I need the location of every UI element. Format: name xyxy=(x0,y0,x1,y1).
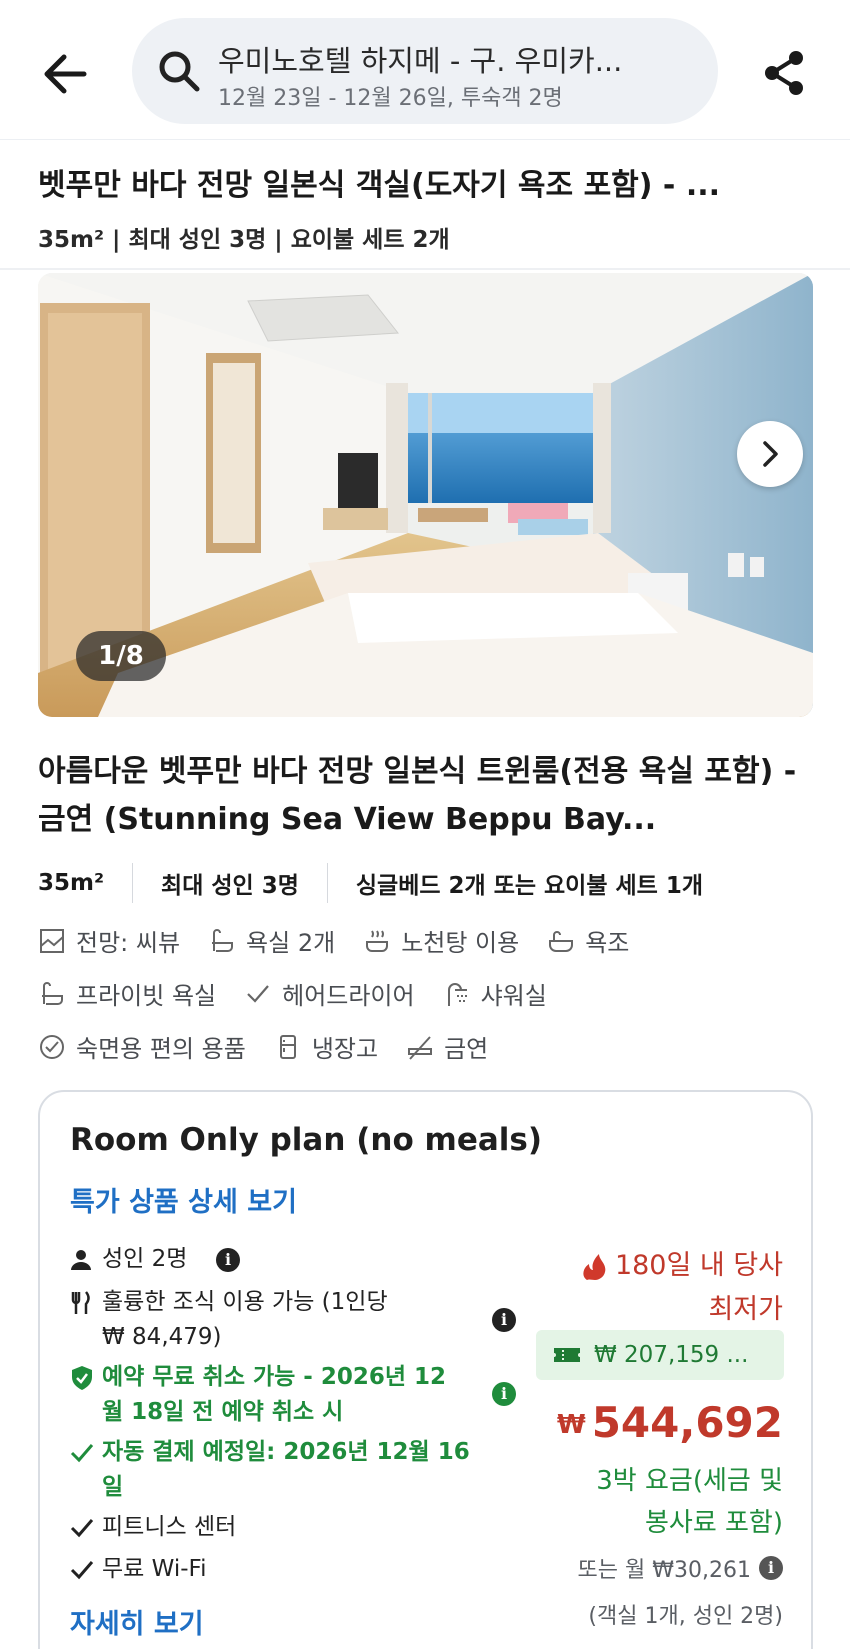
amenity-item: 욕조 xyxy=(547,923,629,958)
amenity-label: 전망: 씨뷰 xyxy=(76,929,181,957)
amenity-label: 욕실 2개 xyxy=(246,929,336,957)
amenity-label: 샤워실 xyxy=(480,982,547,1010)
top-bar: 우미노호텔 하지메 - 구. 우미카... 12월 23일 - 12월 26일,… xyxy=(0,0,850,140)
info-icon[interactable]: i xyxy=(759,1556,783,1580)
amenity-item: 노천탕 이용 xyxy=(363,923,519,958)
amenity-item: 냉장고 xyxy=(274,1029,378,1064)
spec-size: 35m² xyxy=(38,870,105,896)
info-icon[interactable]: i xyxy=(492,1308,516,1332)
amenity-label: 프라이빗 욕실 xyxy=(76,982,217,1010)
room-meta: 35m² | 최대 성인 3명 | 요이불 세트 2개 xyxy=(38,227,450,253)
offer-card: Room Only plan (no meals) 특가 상품 상세 보기 성인… xyxy=(38,1090,813,1649)
shower-icon xyxy=(447,982,467,1006)
bath-icon xyxy=(212,928,234,952)
room-photo-gallery[interactable]: 1/8 xyxy=(38,273,813,717)
person-icon xyxy=(70,1242,102,1277)
feature-fitness: 피트니스 센터 xyxy=(70,1510,236,1545)
view-icon xyxy=(40,928,64,953)
amenity-label: 냉장고 xyxy=(311,1035,379,1063)
info-icon[interactable]: i xyxy=(216,1248,240,1272)
search-summary-pill[interactable]: 우미노호텔 하지메 - 구. 우미카... 12월 23일 - 12월 26일,… xyxy=(132,18,718,124)
spec-divider xyxy=(132,863,134,903)
amenity-label: 욕조 xyxy=(585,929,630,957)
check-circle-icon xyxy=(40,1034,64,1059)
photo-counter: 1/8 xyxy=(76,631,166,681)
price-value: 544,692 xyxy=(591,1398,783,1447)
no-smoking-icon xyxy=(408,1035,433,1060)
monthly-price: 또는 월 ₩30,261 i xyxy=(578,1552,783,1584)
check-icon xyxy=(70,1435,102,1470)
amenity-item: 프라이빗 욕실 xyxy=(38,976,216,1011)
amenity-item: 숙면용 편의 용품 xyxy=(38,1029,246,1064)
room-title: 벳푸만 바다 전망 일본식 객실(도자기 욕조 포함) - ... xyxy=(38,168,721,203)
room-guest-summary: (객실 1개, 성인 2명) xyxy=(588,1604,783,1629)
amenity-row: 프라이빗 욕실 헤어드라이어 샤워실 xyxy=(38,976,575,1011)
price-note: 3박 요금(세금 및 봉사료 포함) xyxy=(596,1466,783,1538)
feature-free-cancel: 예약 무료 취소 가능 - 2026년 12 월 18일 전 예약 취소 시 xyxy=(70,1360,446,1430)
spec-occupancy: 최대 성인 3명 xyxy=(161,873,299,899)
fire-icon xyxy=(583,1253,606,1280)
amenity-label: 금연 xyxy=(444,1035,489,1063)
bath-icon xyxy=(42,981,63,1005)
chevron-right-icon xyxy=(763,441,778,467)
amenity-row: 전망: 씨뷰 욕실 2개 노천탕 이용 욕조 xyxy=(38,923,657,958)
fridge-icon xyxy=(279,1034,296,1059)
back-arrow-icon[interactable] xyxy=(36,44,96,104)
plan-details-link[interactable]: 특가 상품 상세 보기 xyxy=(70,1180,297,1219)
amenity-item: 샤워실 xyxy=(443,976,547,1011)
amenity-row: 숙면용 편의 용품 냉장고 금연 xyxy=(38,1029,516,1064)
divider xyxy=(0,268,850,270)
check-icon xyxy=(247,984,269,1003)
feature-payment-date: 자동 결제 예정일: 2026년 12월 16 일 xyxy=(70,1435,470,1505)
ticket-icon xyxy=(554,1348,580,1362)
amenity-label: 헤어드라이어 xyxy=(282,982,415,1010)
amenity-item: 전망: 씨뷰 xyxy=(38,923,180,958)
more-details-link[interactable]: 자세히 보기 xyxy=(70,1602,204,1641)
room-description: 아름다운 벳푸만 바다 전망 일본식 트윈룸(전용 욕실 포함) - 금연 (S… xyxy=(38,754,797,837)
check-icon xyxy=(70,1552,102,1587)
info-icon[interactable]: i xyxy=(492,1382,516,1406)
room-specs: 35m² 최대 성인 3명 싱글베드 2개 또는 요이불 세트 1개 xyxy=(38,862,731,904)
feature-breakfast: 훌륭한 조식 이용 가능 (1인당 ₩ 84,479) xyxy=(70,1285,388,1355)
share-icon[interactable] xyxy=(760,48,810,98)
lowest-price-badge: 180일 내 당사 최저가 xyxy=(579,1244,783,1332)
feature-wifi: 무료 Wi-Fi xyxy=(70,1552,207,1587)
coupon-discount: ₩ 207,159 ... xyxy=(536,1330,784,1380)
amenity-item: 욕실 2개 xyxy=(208,923,335,958)
hot-spring-icon xyxy=(366,929,389,952)
total-price: ₩544,692 xyxy=(557,1398,783,1447)
search-subtitle: 12월 23일 - 12월 26일, 투숙객 2명 xyxy=(218,86,563,111)
search-title: 우미노호텔 하지메 - 구. 우미카... xyxy=(218,44,623,78)
utensils-icon xyxy=(70,1285,102,1320)
amenity-item: 금연 xyxy=(406,1029,488,1064)
search-icon xyxy=(156,48,202,94)
currency-symbol: ₩ xyxy=(557,1410,586,1440)
shield-check-icon xyxy=(70,1360,102,1395)
feature-adults: 성인 2명 xyxy=(70,1242,187,1277)
next-photo-button[interactable] xyxy=(737,421,803,487)
check-icon xyxy=(70,1510,102,1545)
spec-divider xyxy=(326,863,328,903)
spec-beds: 싱글베드 2개 또는 요이불 세트 1개 xyxy=(355,873,703,899)
amenity-label: 숙면용 편의 용품 xyxy=(76,1035,246,1063)
amenity-label: 노천탕 이용 xyxy=(401,929,520,957)
plan-title: Room Only plan (no meals) xyxy=(70,1122,543,1158)
amenity-item: 헤어드라이어 xyxy=(244,976,415,1011)
bathtub-icon xyxy=(549,930,574,952)
